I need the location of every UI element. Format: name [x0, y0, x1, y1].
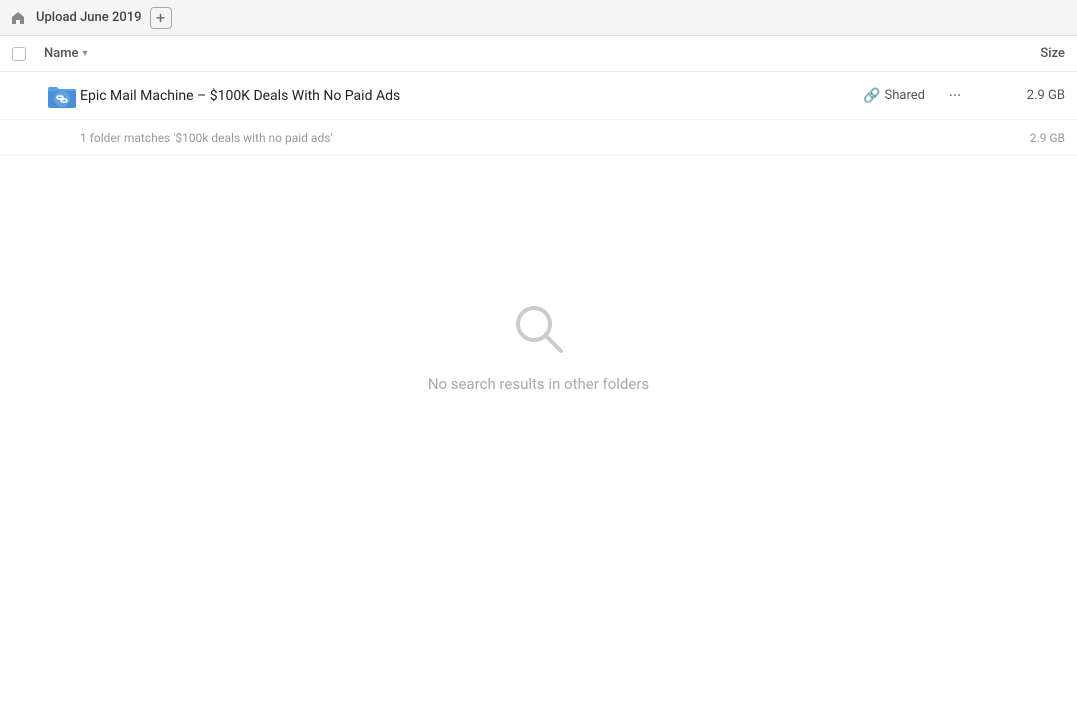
name-column-label: Name [44, 46, 79, 61]
column-headers: Name ▾ Size [0, 36, 1077, 72]
select-all-checkbox[interactable] [12, 47, 26, 61]
add-button[interactable]: + [150, 7, 172, 29]
shared-badge[interactable]: 🔗 Shared [863, 88, 925, 104]
size-column-header: Size [985, 46, 1065, 61]
link-icon: 🔗 [863, 88, 880, 104]
file-actions: 🔗 Shared ··· 2.9 GB [863, 82, 1065, 110]
file-size: 2.9 GB [985, 88, 1065, 103]
home-icon[interactable] [8, 8, 28, 28]
more-options-button[interactable]: ··· [941, 82, 969, 110]
empty-state: No search results in other folders [0, 156, 1077, 536]
title-bar: Upload June 2019 + [0, 0, 1077, 36]
folder-icon-wrapper [44, 83, 80, 109]
subfolder-info-row: 1 folder matches '$100k deals with no pa… [0, 120, 1077, 156]
sort-arrow-icon: ▾ [83, 48, 88, 59]
subfolder-match-text: 1 folder matches '$100k deals with no pa… [80, 131, 985, 145]
subfolder-size: 2.9 GB [985, 131, 1065, 145]
file-name: Epic Mail Machine – $100K Deals With No … [80, 88, 863, 104]
title-bar-label: Upload June 2019 [36, 10, 142, 25]
shared-label: Shared [885, 88, 925, 103]
empty-state-text: No search results in other folders [428, 375, 649, 393]
search-icon-large [509, 299, 569, 359]
folder-icon [47, 83, 77, 109]
file-row[interactable]: Epic Mail Machine – $100K Deals With No … [0, 72, 1077, 120]
select-all-checkbox-wrapper [12, 47, 44, 61]
name-column-header[interactable]: Name ▾ [44, 46, 985, 61]
